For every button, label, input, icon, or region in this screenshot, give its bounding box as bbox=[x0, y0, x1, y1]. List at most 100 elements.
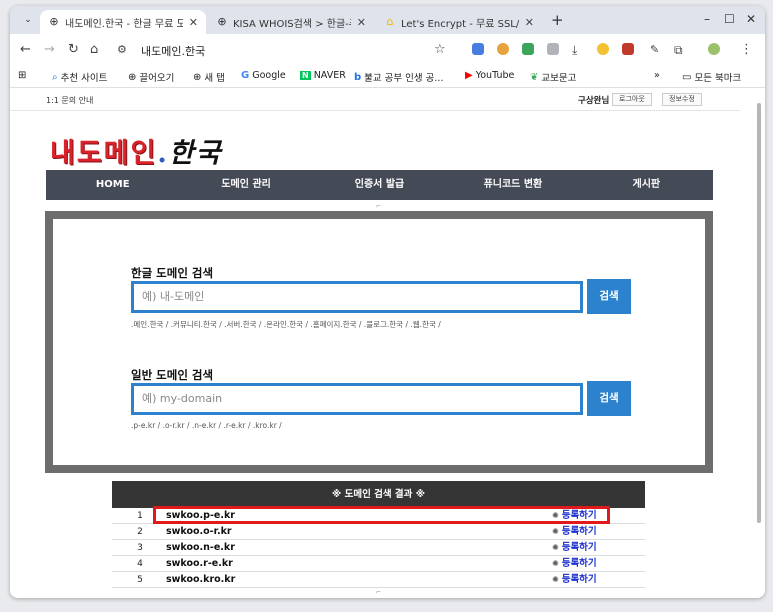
domain-name: swkoo.r-e.kr bbox=[166, 558, 233, 569]
home-icon[interactable]: ⌂ bbox=[90, 42, 98, 58]
search-panel: 한글 도메인 검색 예) 내-도메인 검색 .메인.한국 / .커뮤니티.한국 … bbox=[45, 211, 713, 473]
domain-name: swkoo.n-e.kr bbox=[166, 542, 235, 553]
kyobo-icon: ❦ bbox=[530, 71, 539, 83]
tab-title: Let's Encrypt - 무료 SSL/TLS bbox=[401, 18, 519, 30]
bookmark-kyobo[interactable]: ❦ 교보문고 bbox=[530, 70, 576, 85]
bookmarks-bar: ⊞ ⌕ 추천 사이트 ⊕ 끌어오기 ⊕ 새 탭 G Google N NAVER b 불교 … bbox=[10, 66, 765, 88]
general-search-title: 일반 도메인 검색 bbox=[131, 368, 214, 382]
browser-window: ⌄ ⊕ 내도메인.한국 - 한글 무료 도 ✕ ⊕ KISA WHOIS검색 >… bbox=[10, 6, 765, 598]
loading-icon: ✺ bbox=[552, 575, 559, 584]
bookmark-recommended[interactable]: ⌕ 추천 사이트 bbox=[52, 70, 107, 85]
korean-domain-input[interactable]: 예) 내-도메인 bbox=[131, 281, 583, 313]
extension-icon[interactable] bbox=[547, 43, 559, 55]
register-link[interactable]: ✺ 등록하기 bbox=[552, 524, 597, 540]
window-close-icon[interactable]: ✕ bbox=[746, 12, 756, 26]
forward-icon[interactable]: → bbox=[44, 42, 55, 58]
pen-icon[interactable]: ✎ bbox=[650, 42, 659, 58]
menu-icon[interactable]: ⋮ bbox=[740, 42, 753, 58]
edit-info-button[interactable]: 정보수정 bbox=[662, 93, 702, 106]
tab-title: 내도메인.한국 - 한글 무료 도 bbox=[65, 18, 183, 30]
tab-letsencrypt[interactable]: ⌂ Let's Encrypt - 무료 SSL/TLS ✕ bbox=[376, 10, 542, 34]
register-link[interactable]: ✺ 등록하기 bbox=[552, 508, 597, 524]
extension-icon[interactable] bbox=[497, 43, 509, 55]
close-icon[interactable]: ✕ bbox=[525, 16, 534, 29]
minimize-icon[interactable]: – bbox=[704, 12, 710, 26]
search-icon: ⌕ bbox=[52, 71, 58, 83]
tab-active[interactable]: ⊕ 내도메인.한국 - 한글 무료 도 ✕ bbox=[40, 10, 206, 34]
address-bar[interactable]: 내도메인.한국 bbox=[141, 43, 205, 59]
loading-icon: ✺ bbox=[552, 511, 559, 520]
results-header: ※ 도메인 검색 결과 ※ bbox=[112, 481, 645, 508]
general-search-button[interactable]: 검색 bbox=[587, 381, 631, 416]
korean-search-button[interactable]: 검색 bbox=[587, 279, 631, 314]
korean-search-title: 한글 도메인 검색 bbox=[131, 266, 214, 280]
loading-icon: ✺ bbox=[552, 543, 559, 552]
main-nav: HOME 도메인 관리 인증서 발급 퓨니코드 변환 게시판 bbox=[46, 170, 713, 200]
inquiry-link[interactable]: 1:1 문의 안내 bbox=[46, 95, 93, 106]
domain-name: swkoo.kro.kr bbox=[166, 574, 236, 585]
globe-icon: ⊕ bbox=[193, 71, 202, 83]
back-icon[interactable]: ← bbox=[20, 42, 31, 58]
register-link[interactable]: ✺ 등록하기 bbox=[552, 572, 597, 588]
general-tld-hint: .p-e.kr / .o-r.kr / .n-e.kr / .r-e.kr / … bbox=[131, 421, 282, 430]
korean-tld-hint: .메인.한국 / .커뮤니티.한국 / .서버.한국 / .온라인.한국 / .… bbox=[131, 320, 441, 329]
puzzle-icon[interactable]: ⧉ bbox=[674, 42, 683, 58]
site-settings-icon[interactable]: ⚙ bbox=[117, 42, 127, 58]
bookmark-pull[interactable]: ⊕ 끌어오기 bbox=[128, 70, 174, 85]
bookmarks-overflow-icon[interactable]: » bbox=[654, 70, 660, 81]
reload-icon[interactable]: ↻ bbox=[68, 42, 79, 58]
loading-icon: ✺ bbox=[552, 527, 559, 536]
bookmark-buddhism[interactable]: b 불교 공부 인생 공... bbox=[354, 70, 443, 85]
register-link[interactable]: ✺ 등록하기 bbox=[552, 556, 597, 572]
globe-icon: ⊕ bbox=[128, 71, 137, 83]
site-logo[interactable]: 내도메인.한국 bbox=[50, 131, 222, 170]
nav-home[interactable]: HOME bbox=[46, 170, 179, 200]
translate-icon[interactable] bbox=[472, 43, 484, 55]
table-row: 4 swkoo.r-e.kr ✺ 등록하기 bbox=[112, 556, 645, 572]
page-content: 1:1 문의 안내 구상완님 로그아웃 정보수정 내도메인.한국 HOME 도메… bbox=[10, 89, 765, 598]
google-icon: G bbox=[241, 70, 250, 81]
table-row: 1 swkoo.p-e.kr ✺ 등록하기 bbox=[112, 506, 645, 524]
page-scrollbar[interactable] bbox=[757, 103, 761, 523]
cursor-marker: ⌐ bbox=[376, 589, 382, 596]
tab-kisa[interactable]: ⊕ KISA WHOIS검색 > 한글-퓨 ✕ bbox=[208, 10, 374, 34]
apps-icon[interactable]: ⊞ bbox=[18, 70, 29, 81]
emoji-icon[interactable] bbox=[597, 43, 609, 55]
search-results: ※ 도메인 검색 결과 ※ 1 swkoo.p-e.kr ✺ 등록하기 2 swk… bbox=[112, 481, 645, 588]
lock-icon: ⌂ bbox=[386, 15, 394, 28]
tab-title: KISA WHOIS검색 > 한글-퓨 bbox=[233, 18, 351, 30]
globe-icon: ⊕ bbox=[217, 15, 227, 28]
tab-strip: ⌄ ⊕ 내도메인.한국 - 한글 무료 도 ✕ ⊕ KISA WHOIS검색 >… bbox=[10, 6, 765, 34]
bookmark-youtube[interactable]: ▶ YouTube bbox=[465, 70, 514, 81]
browser-toolbar: ← → ↻ ⌂ ⚙ 내도메인.한국 ☆ ⤓ ✎ ⧉ ⋮ bbox=[10, 34, 765, 66]
register-link[interactable]: ✺ 등록하기 bbox=[552, 540, 597, 556]
extension-icon[interactable] bbox=[522, 43, 534, 55]
domain-name: swkoo.o-r.kr bbox=[166, 526, 232, 537]
bookmark-google[interactable]: G Google bbox=[241, 70, 286, 81]
folder-icon: ▭ bbox=[682, 71, 692, 83]
table-row: 2 swkoo.o-r.kr ✺ 등록하기 bbox=[112, 524, 645, 540]
blog-icon: b bbox=[354, 71, 362, 83]
profile-avatar[interactable] bbox=[708, 43, 720, 55]
loading-icon: ✺ bbox=[552, 559, 559, 568]
all-bookmarks[interactable]: ▭ 모든 북마크 bbox=[682, 70, 741, 85]
nav-punycode[interactable]: 퓨니코드 변환 bbox=[446, 170, 579, 200]
nav-certificate[interactable]: 인증서 발급 bbox=[313, 170, 446, 200]
youtube-icon: ▶ bbox=[465, 70, 473, 81]
star-icon[interactable]: ☆ bbox=[434, 42, 446, 58]
close-icon[interactable]: ✕ bbox=[357, 16, 366, 29]
bookmark-naver[interactable]: N NAVER bbox=[300, 70, 346, 81]
close-icon[interactable]: ✕ bbox=[189, 16, 198, 29]
bookmark-new-tab[interactable]: ⊕ 새 탭 bbox=[193, 70, 225, 85]
new-tab-button[interactable]: + bbox=[551, 12, 564, 28]
top-bar: 1:1 문의 안내 구상완님 로그아웃 정보수정 bbox=[10, 89, 740, 111]
nav-board[interactable]: 게시판 bbox=[580, 170, 713, 200]
nav-domain-manage[interactable]: 도메인 관리 bbox=[179, 170, 312, 200]
maximize-icon[interactable]: ☐ bbox=[724, 12, 735, 26]
extension-icon[interactable] bbox=[622, 43, 634, 55]
download-icon[interactable]: ⤓ bbox=[572, 42, 577, 58]
tab-search-icon[interactable]: ⌄ bbox=[20, 12, 36, 28]
logout-button[interactable]: 로그아웃 bbox=[612, 93, 652, 106]
general-domain-input[interactable]: 예) my-domain bbox=[131, 383, 583, 415]
domain-name: swkoo.p-e.kr bbox=[166, 510, 235, 521]
